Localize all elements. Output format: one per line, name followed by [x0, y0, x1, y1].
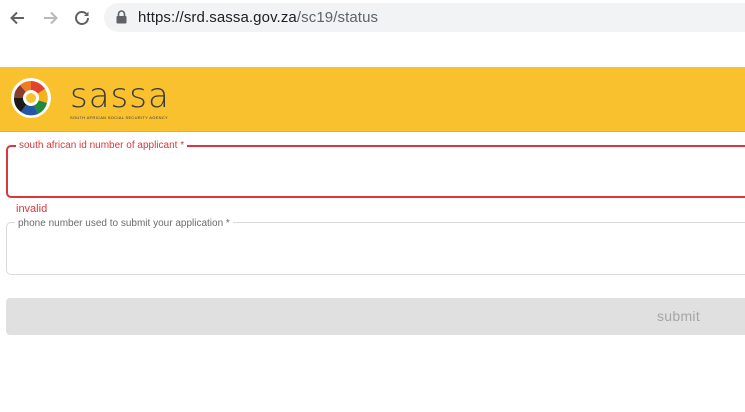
- id-number-field[interactable]: south african id number of applicant *: [6, 139, 745, 198]
- back-icon: [10, 11, 24, 25]
- url-text: https://srd.sassa.gov.za/sc19/status: [138, 9, 378, 26]
- lock-icon: [116, 10, 127, 24]
- browser-toolbar: https://srd.sassa.gov.za/sc19/status: [0, 0, 745, 36]
- submit-button[interactable]: submit: [6, 298, 745, 335]
- reload-icon: [75, 11, 89, 25]
- forward-button[interactable]: [40, 7, 62, 29]
- site-header: sassa SOUTH AFRICAN SOCIAL SECURITY AGEN…: [0, 67, 745, 132]
- forward-icon: [44, 11, 58, 25]
- phone-number-label: phone number used to submit your applica…: [15, 217, 233, 231]
- brand-name: sassa: [70, 76, 170, 116]
- phone-number-input[interactable]: [13, 235, 744, 265]
- phone-number-field[interactable]: phone number used to submit your applica…: [6, 217, 745, 275]
- url-path: /sc19/status: [296, 9, 379, 26]
- id-number-label: south african id number of applicant *: [16, 139, 188, 153]
- back-button[interactable]: [6, 7, 28, 29]
- brand-subtitle: SOUTH AFRICAN SOCIAL SECURITY AGENCY: [70, 115, 168, 120]
- address-bar[interactable]: https://srd.sassa.gov.za/sc19/status: [104, 3, 745, 32]
- url-host: https://srd.sassa.gov.za: [138, 9, 297, 26]
- reload-button[interactable]: [71, 7, 93, 29]
- sassa-logo-icon: [11, 78, 51, 118]
- submit-label: submit: [657, 308, 701, 324]
- id-number-error: invalid: [16, 203, 48, 215]
- id-number-input[interactable]: [14, 159, 743, 189]
